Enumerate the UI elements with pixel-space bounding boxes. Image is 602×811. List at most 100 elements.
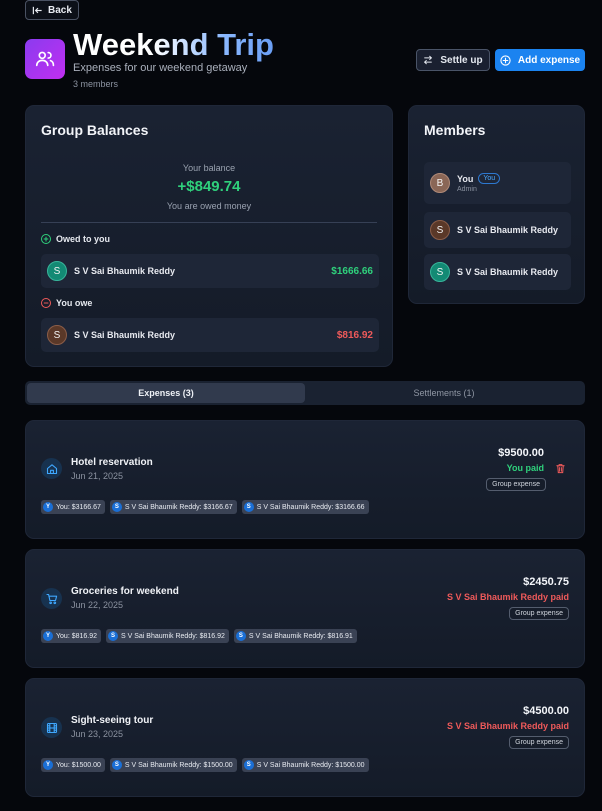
split-text: S V Sai Bhaumik Reddy: $816.91 (248, 632, 353, 640)
owed-to-you-heading: + Owed to you (41, 234, 110, 244)
owed-to-you-label: Owed to you (56, 234, 110, 244)
settle-up-label: Settle up (440, 54, 483, 66)
owed-amount: $1666.66 (331, 265, 373, 277)
split-chip: Y You: $816.92 (41, 629, 102, 643)
member-name: S V Sai Bhaumik Reddy (457, 225, 559, 235)
members-card: Members B You You Admin S S V Sai Bhaumi… (408, 105, 585, 304)
member-item: S S V Sai Bhaumik Reddy (424, 254, 571, 290)
back-arrow-icon (32, 6, 42, 14)
you-owe-row: S S V Sai Bhaumik Reddy $816.92 (41, 318, 379, 352)
expense-card[interactable]: Sight-seeing tour Jun 23, 2025 $4500.00 … (25, 678, 585, 797)
split-chips: Y You: $1500.00 SS V Sai Bhaumik Reddy: $… (41, 758, 369, 772)
expense-title: Groceries for weekend (71, 586, 179, 597)
you-owe-heading: − You owe (41, 298, 92, 308)
back-label: Back (48, 4, 72, 16)
expense-date: Jun 23, 2025 (71, 729, 124, 739)
expense-date: Jun 22, 2025 (71, 600, 124, 610)
split-chip: SS V Sai Bhaumik Reddy: $3166.66 (241, 500, 369, 514)
plus-circle-icon: + (41, 234, 51, 244)
avatar: Y (43, 631, 53, 641)
group-expense-badge: Group expense (486, 478, 546, 491)
expense-title: Sight-seeing tour (71, 715, 154, 726)
avatar: Y (43, 760, 53, 770)
avatar: S (243, 760, 254, 770)
swap-arrows-icon (424, 55, 433, 65)
avatar: S (47, 261, 67, 281)
film-icon (41, 717, 62, 738)
members-title: Members (424, 122, 486, 138)
avatar: B (430, 173, 450, 193)
group-users-icon (25, 39, 65, 79)
avatar: S (430, 220, 450, 240)
home-icon (41, 458, 62, 479)
member-role: Admin (457, 186, 477, 193)
split-chip: SS V Sai Bhaumik Reddy: $816.92 (106, 629, 229, 643)
split-chips: Y You: $816.92 SS V Sai Bhaumik Reddy: $8… (41, 629, 357, 643)
split-chip: Y You: $1500.00 (41, 758, 105, 772)
you-badge: You (478, 173, 501, 184)
split-chip: SS V Sai Bhaumik Reddy: $1500.00 (109, 758, 237, 772)
split-chip: SS V Sai Bhaumik Reddy: $816.91 (233, 629, 357, 643)
split-text: S V Sai Bhaumik Reddy: $816.92 (121, 632, 225, 640)
split-text: You: $1500.00 (56, 761, 101, 769)
expense-payer: You paid (506, 463, 544, 473)
expense-payer: S V Sai Bhaumik Reddy paid (446, 721, 569, 731)
member-name: S V Sai Bhaumik Reddy (457, 267, 559, 277)
owed-to-you-row: S S V Sai Bhaumik Reddy $1666.66 (41, 254, 379, 288)
avatar: S (430, 262, 450, 282)
divider (41, 222, 377, 223)
group-balances-title: Group Balances (41, 122, 149, 138)
view-tabs: Expenses (3) Settlements (1) (25, 381, 585, 405)
expense-card[interactable]: Groceries for weekend Jun 22, 2025 $2450… (25, 549, 585, 668)
owe-amount: $816.92 (336, 329, 373, 341)
balance-amount: +$849.74 (177, 178, 241, 195)
split-chips: Y You: $3166.67 SS V Sai Bhaumik Reddy: $… (41, 500, 369, 514)
balance-status: You are owed money (166, 201, 252, 211)
add-expense-button[interactable]: Add expense (495, 49, 585, 71)
avatar: S (47, 325, 67, 345)
member-name: You (457, 173, 474, 184)
avatar: S (111, 502, 122, 512)
split-text: S V Sai Bhaumik Reddy: $1500.00 (256, 761, 365, 769)
avatar: S (243, 502, 254, 512)
avatar: Y (43, 502, 53, 512)
member-item: B You You Admin (424, 162, 571, 204)
member-count: 3 members (73, 79, 119, 89)
split-chip: SS V Sai Bhaumik Reddy: $1500.00 (241, 758, 369, 772)
expense-card[interactable]: Hotel reservation Jun 21, 2025 $9500.00 … (25, 420, 585, 539)
person-name: S V Sai Bhaumik Reddy (74, 330, 176, 340)
member-item: S S V Sai Bhaumik Reddy (424, 212, 571, 248)
split-text: S V Sai Bhaumik Reddy: $3166.66 (256, 503, 365, 511)
back-button[interactable]: Back (25, 0, 79, 20)
your-balance-label: Your balance (182, 163, 236, 173)
you-owe-label: You owe (56, 298, 93, 308)
page-title: Weekend Trip (73, 27, 274, 62)
split-text: You: $3166.67 (56, 503, 101, 511)
expense-amount: $4500.00 (523, 705, 569, 717)
split-chip: Y You: $3166.67 (41, 500, 105, 514)
page-subtitle: Expenses for our weekend getaway (73, 62, 248, 74)
split-text: S V Sai Bhaumik Reddy: $1500.00 (124, 761, 233, 769)
cart-icon (41, 588, 62, 609)
trash-icon[interactable] (555, 463, 566, 474)
group-expense-badge: Group expense (509, 607, 569, 620)
split-text: S V Sai Bhaumik Reddy: $3166.67 (124, 503, 233, 511)
minus-circle-icon: − (41, 298, 51, 308)
expense-date: Jun 21, 2025 (71, 471, 124, 481)
avatar: S (235, 631, 246, 641)
expense-amount: $9500.00 (498, 447, 544, 459)
group-expense-badge: Group expense (509, 736, 569, 749)
tab-expenses[interactable]: Expenses (3) (27, 383, 305, 403)
group-balances-card: Group Balances Your balance +$849.74 You… (25, 105, 393, 367)
avatar: S (111, 760, 122, 770)
expense-amount: $2450.75 (523, 576, 569, 588)
plus-circle-icon (500, 54, 511, 66)
expense-payer: S V Sai Bhaumik Reddy paid (446, 592, 569, 602)
split-chip: SS V Sai Bhaumik Reddy: $3166.67 (109, 500, 237, 514)
avatar: S (108, 631, 119, 641)
settle-up-button[interactable]: Settle up (416, 49, 490, 71)
tab-settlements[interactable]: Settlements (1) (305, 383, 583, 403)
person-name: S V Sai Bhaumik Reddy (74, 266, 176, 276)
add-expense-label: Add expense (517, 54, 581, 66)
split-text: You: $816.92 (56, 632, 98, 640)
